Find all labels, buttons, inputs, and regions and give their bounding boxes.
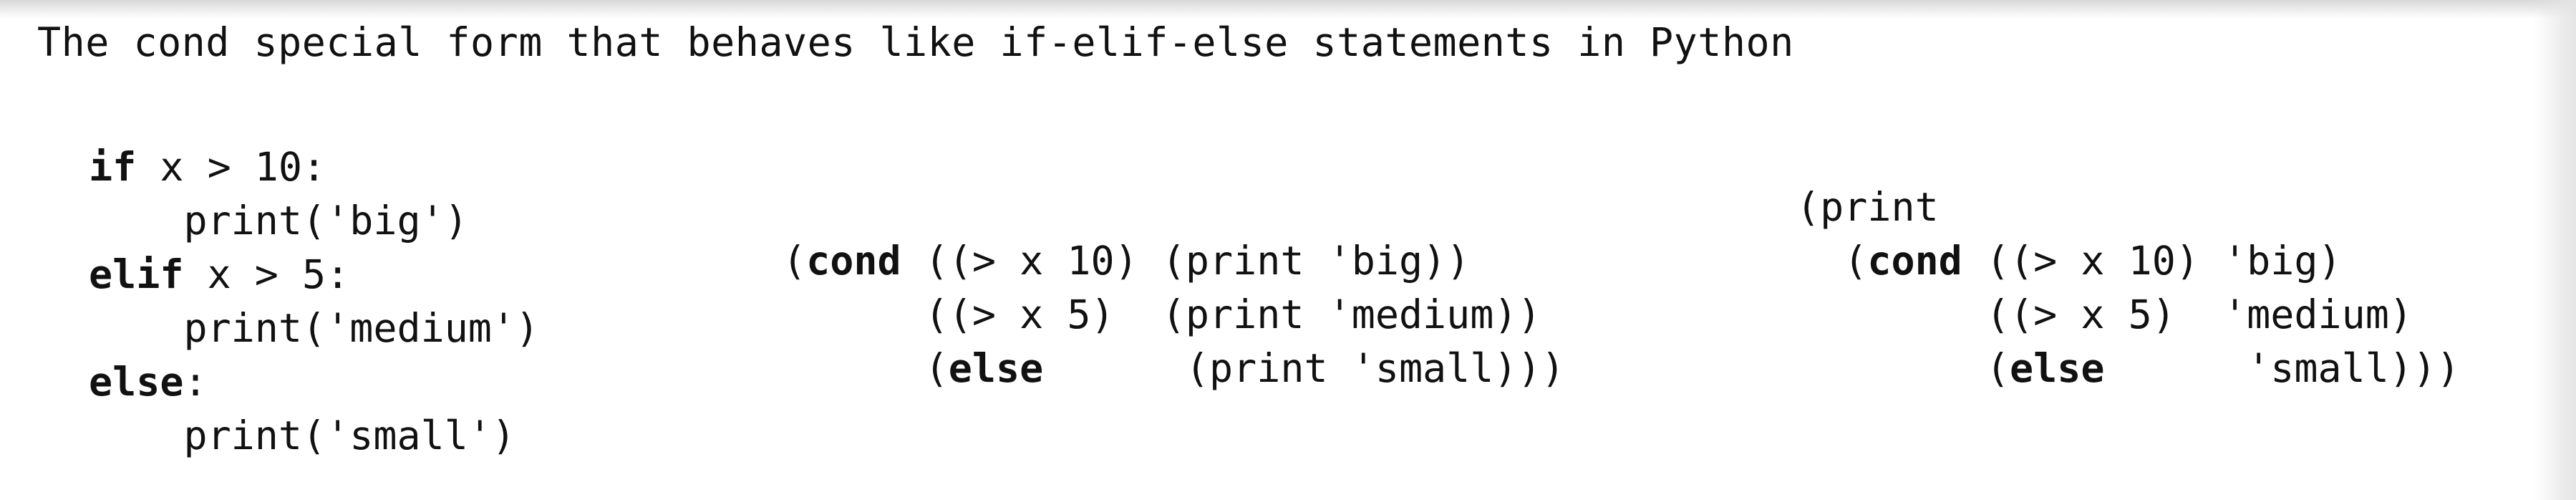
scheme-else-keyword: else xyxy=(948,345,1044,391)
python-elif-condition: x > 5: xyxy=(183,251,350,297)
python-if-keyword: if xyxy=(89,144,137,190)
python-line-print-medium: print('medium') xyxy=(89,305,540,351)
scheme-cond-with-prints-code: (cond ((> x 10) (print 'big)) ((> x 5) (… xyxy=(783,234,1565,395)
scheme-cond-line-3: (else (print 'small))) xyxy=(783,345,1565,391)
python-elif-keyword: elif xyxy=(89,251,184,297)
scheme2-else-keyword: else xyxy=(2010,345,2105,391)
scheme-cond-line-1: (cond ((> x 10) (print 'big)) xyxy=(783,238,1470,284)
python-else-colon: : xyxy=(183,359,208,405)
scheme-print-of-cond-code: (print (cond ((> x 10) 'big) ((> x 5) 'm… xyxy=(1796,181,2460,395)
scheme-else-open: ( xyxy=(783,345,949,391)
scheme2-print-line: (print xyxy=(1796,184,1939,230)
scheme2-open-paren: ( xyxy=(1796,238,1868,284)
scheme2-cond-line-1: (cond ((> x 10) 'big) xyxy=(1796,238,2342,284)
scheme-cond-keyword: cond xyxy=(806,238,901,284)
scheme-clause-medium: ((> x 5) (print 'medium)) xyxy=(783,292,1541,337)
python-line-print-big: print('big') xyxy=(89,198,468,244)
python-if-condition: x > 10: xyxy=(136,144,326,190)
python-line-else: else: xyxy=(89,359,208,405)
right-edge-shade xyxy=(2533,0,2576,500)
python-line-elif: elif x > 5: xyxy=(89,251,349,297)
scheme2-cond-keyword: cond xyxy=(1867,238,1962,284)
top-shade xyxy=(0,0,2576,19)
scheme2-clause-big: ((> x 10) 'big) xyxy=(1962,238,2342,284)
scheme-clause-small: (print 'small))) xyxy=(1043,345,1565,391)
python-if-elif-else-code: if x > 10: print('big') elif x > 5: prin… xyxy=(89,140,539,463)
scheme2-cond-line-3: (else 'small))) xyxy=(1796,345,2460,391)
slide-title: The cond special form that behaves like … xyxy=(37,19,1794,65)
scheme2-clause-medium: ((> x 5) 'medium) xyxy=(1796,292,2413,337)
python-line-print-small: print('small') xyxy=(89,413,516,458)
python-else-keyword: else xyxy=(89,359,184,405)
scheme-clause-big: ((> x 10) (print 'big)) xyxy=(901,238,1471,284)
scheme2-clause-small: 'small))) xyxy=(2104,345,2461,391)
python-line-if: if x > 10: xyxy=(89,144,326,190)
scheme2-else-open: ( xyxy=(1796,345,2010,391)
scheme-open-paren: ( xyxy=(783,238,807,284)
